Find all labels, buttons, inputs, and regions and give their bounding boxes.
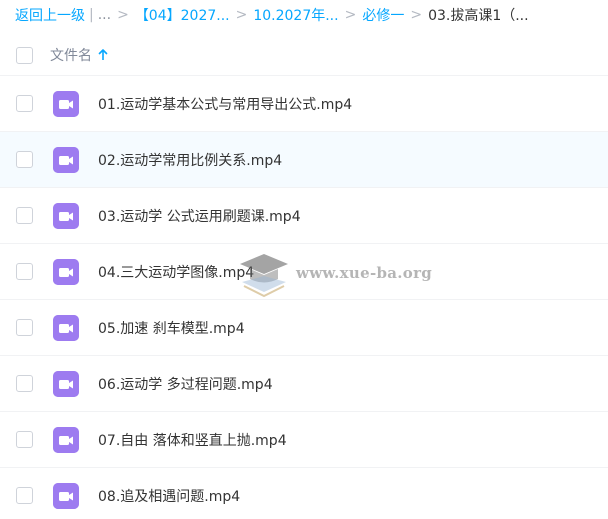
breadcrumb-divider: | <box>89 7 94 23</box>
breadcrumb-separator: > <box>344 7 357 23</box>
file-name[interactable]: 08.追及相遇问题.mp4 <box>98 486 240 506</box>
file-name[interactable]: 05.加速 刹车模型.mp4 <box>98 318 245 338</box>
row-checkbox[interactable] <box>16 431 33 448</box>
file-name[interactable]: 07.自由 落体和竖直上抛.mp4 <box>98 430 287 450</box>
breadcrumb-separator: > <box>410 7 423 23</box>
file-row[interactable]: 04.三大运动学图像.mp4 <box>0 243 608 299</box>
file-browser: 返回上一级 | ... > 【04】2027... > 10.2027年... … <box>0 0 608 519</box>
back-link[interactable]: 返回上一级 <box>15 5 85 25</box>
video-file-icon <box>53 427 79 453</box>
file-name[interactable]: 01.运动学基本公式与常用导出公式.mp4 <box>98 94 352 114</box>
filename-column-header[interactable]: 文件名 <box>50 45 108 65</box>
sort-ascending-icon[interactable] <box>98 49 108 61</box>
row-checkbox[interactable] <box>16 207 33 224</box>
file-row[interactable]: 06.运动学 多过程问题.mp4 <box>0 355 608 411</box>
breadcrumb-item-2[interactable]: 10.2027年... <box>253 5 338 25</box>
row-checkbox[interactable] <box>16 263 33 280</box>
video-file-icon <box>53 315 79 341</box>
video-file-icon <box>53 259 79 285</box>
row-checkbox[interactable] <box>16 95 33 112</box>
video-file-icon <box>53 91 79 117</box>
row-checkbox[interactable] <box>16 375 33 392</box>
file-row[interactable]: 01.运动学基本公式与常用导出公式.mp4 <box>0 75 608 131</box>
row-checkbox[interactable] <box>16 487 33 504</box>
file-row[interactable]: 03.运动学 公式运用刷题课.mp4 <box>0 187 608 243</box>
file-row[interactable]: 02.运动学常用比例关系.mp4 <box>0 131 608 187</box>
video-file-icon <box>53 147 79 173</box>
file-row[interactable]: 05.加速 刹车模型.mp4 <box>0 299 608 355</box>
breadcrumb-ellipsis[interactable]: ... <box>98 7 111 23</box>
select-all-checkbox[interactable] <box>16 46 33 64</box>
file-row[interactable]: 07.自由 落体和竖直上抛.mp4 <box>0 411 608 467</box>
file-name[interactable]: 04.三大运动学图像.mp4 <box>98 262 254 282</box>
row-checkbox[interactable] <box>16 319 33 336</box>
video-file-icon <box>53 203 79 229</box>
breadcrumb-separator: > <box>235 7 248 23</box>
row-checkbox[interactable] <box>16 151 33 168</box>
file-list: 01.运动学基本公式与常用导出公式.mp4 02.运动学常用比例关系.mp4 0… <box>0 75 608 519</box>
file-name[interactable]: 06.运动学 多过程问题.mp4 <box>98 374 273 394</box>
breadcrumb: 返回上一级 | ... > 【04】2027... > 10.2027年... … <box>15 4 529 26</box>
filename-column-label: 文件名 <box>50 48 92 64</box>
video-file-icon <box>53 371 79 397</box>
breadcrumb-item-3[interactable]: 必修一 <box>362 5 404 25</box>
breadcrumb-separator: > <box>117 7 129 23</box>
file-row[interactable]: 08.追及相遇问题.mp4 <box>0 467 608 519</box>
file-name[interactable]: 03.运动学 公式运用刷题课.mp4 <box>98 206 301 226</box>
file-name[interactable]: 02.运动学常用比例关系.mp4 <box>98 150 282 170</box>
breadcrumb-item-1[interactable]: 【04】2027... <box>135 5 230 25</box>
list-header: 文件名 <box>0 35 608 75</box>
video-file-icon <box>53 483 79 509</box>
breadcrumb-current: 03.拔高课1（... <box>428 8 529 24</box>
